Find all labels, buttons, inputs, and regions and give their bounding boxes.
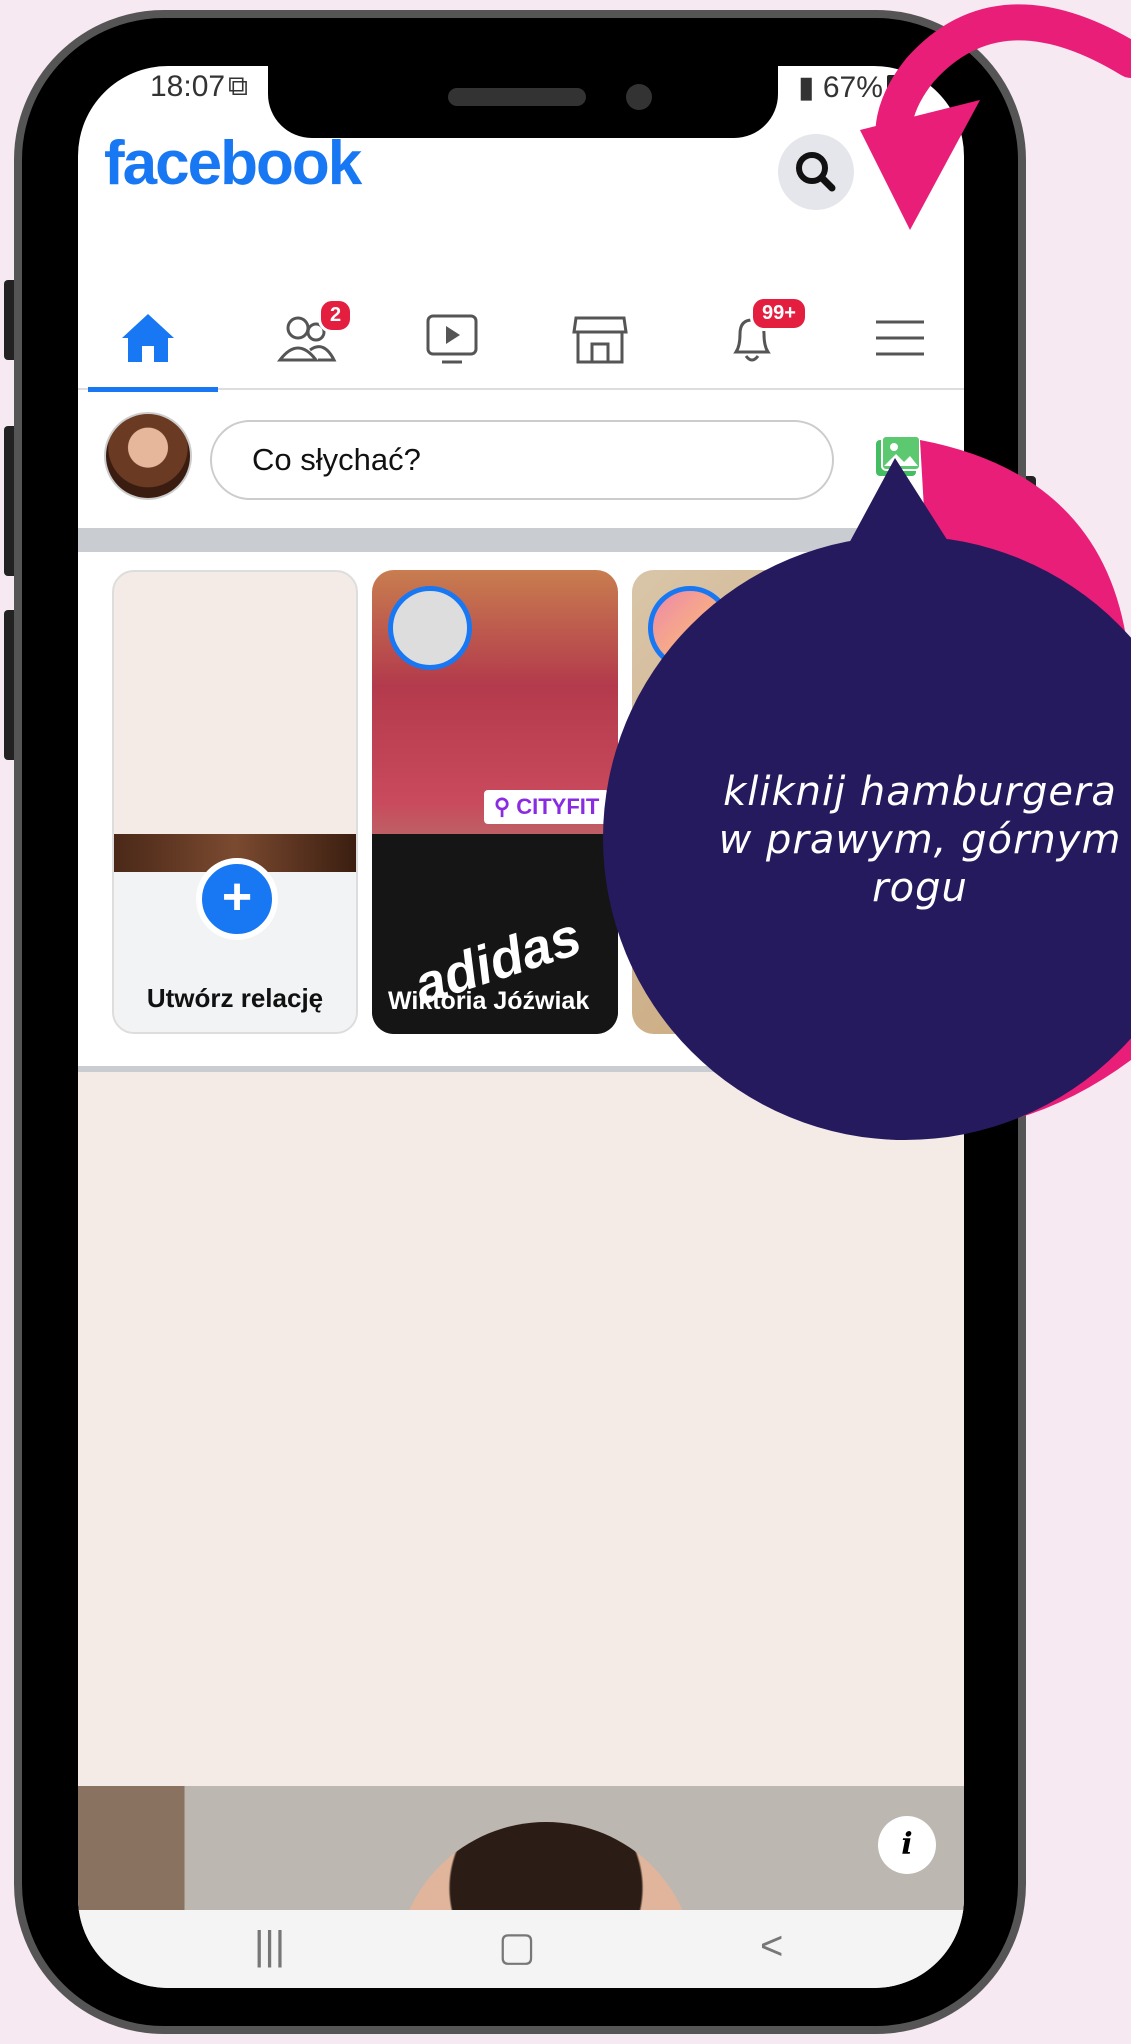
story-avatar xyxy=(388,586,472,670)
hamburger-menu-icon xyxy=(876,320,924,356)
section-divider xyxy=(78,528,964,552)
main-nav: 2 99+ xyxy=(78,286,964,392)
notch-camera xyxy=(626,84,652,110)
back-button[interactable]: < xyxy=(760,1924,783,1969)
notch-speaker xyxy=(448,88,586,106)
phone-notch xyxy=(268,66,778,138)
annotation-text: kliknij hamburgera w prawym, górnym rogu xyxy=(718,769,1122,911)
home-icon xyxy=(122,314,174,362)
friends-badge: 2 xyxy=(318,298,354,333)
screenshot-icon: ⧉ xyxy=(228,70,248,101)
avatar[interactable] xyxy=(104,412,192,500)
tab-friends[interactable]: 2 xyxy=(236,286,376,390)
tab-watch[interactable] xyxy=(382,286,522,390)
facebook-logo[interactable]: facebook xyxy=(104,128,362,199)
notifications-badge: 99+ xyxy=(750,296,808,331)
tab-marketplace[interactable] xyxy=(530,286,670,390)
post-composer: Co słychać? xyxy=(78,392,964,528)
story-author-name: Wiktoria Jóźwiak xyxy=(388,987,590,1015)
battery-indicator: ▮ 67% xyxy=(798,70,903,105)
phone-screen: 18:07 ⧉ ▮ 67% facebook 2 99+ Co słychać?… xyxy=(78,66,964,1988)
story-location-name: CITYFIT xyxy=(516,794,600,819)
recents-button[interactable]: ||| xyxy=(254,1924,285,1969)
search-button[interactable] xyxy=(778,134,854,210)
status-time: 18:07 xyxy=(150,70,226,103)
watch-icon xyxy=(426,314,478,364)
story-avatar xyxy=(648,586,732,670)
feed-placeholder xyxy=(78,1072,964,1786)
create-story-card[interactable]: + Utwórz relację xyxy=(112,570,358,1034)
tab-home[interactable] xyxy=(78,286,218,392)
battery-level: 67% xyxy=(822,71,883,104)
system-nav-bar: ||| ▢ < xyxy=(78,1910,964,1988)
battery-icon xyxy=(886,75,903,101)
search-icon xyxy=(796,152,836,192)
create-story-label: Utwórz relację xyxy=(146,983,324,1013)
status-input[interactable]: Co słychać? xyxy=(210,420,834,500)
story-location-tag: ⚲ CITYFIT xyxy=(484,790,610,824)
add-story-plus-icon[interactable]: + xyxy=(196,858,278,940)
home-button[interactable]: ▢ xyxy=(498,1924,536,1970)
photo-icon[interactable] xyxy=(874,434,922,478)
marketplace-icon xyxy=(572,316,628,364)
tab-menu[interactable] xyxy=(830,286,964,390)
info-icon[interactable]: i xyxy=(878,1816,936,1874)
tab-notifications[interactable]: 99+ xyxy=(682,286,822,390)
story-card[interactable]: ⚲ CITYFIT adidas Wiktoria Jóźwiak xyxy=(372,570,618,1034)
